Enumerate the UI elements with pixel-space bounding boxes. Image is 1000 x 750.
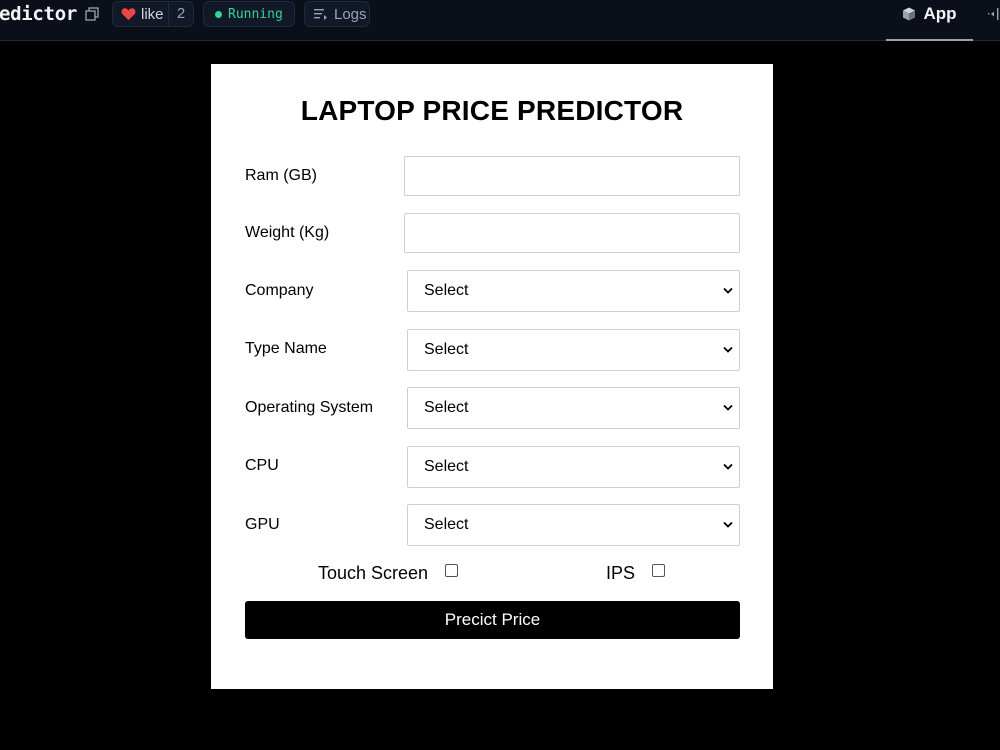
chevron-down-icon: [723, 287, 733, 294]
status-text: Running: [228, 6, 283, 22]
company-select-value: Select: [424, 282, 469, 299]
like-button[interactable]: like 2: [112, 1, 194, 27]
company-label: Company: [245, 282, 314, 299]
chevron-down-icon: [723, 404, 733, 411]
ram-label: Ram (GB): [245, 167, 317, 184]
operating-system-select-value: Select: [424, 399, 469, 416]
chevron-down-icon: [723, 346, 733, 353]
cpu-select-value: Select: [424, 458, 469, 475]
chevron-down-icon: [723, 521, 733, 528]
logs-button[interactable]: Logs: [304, 1, 370, 27]
predict-price-button[interactable]: Precict Price: [245, 601, 740, 639]
gpu-select[interactable]: Select: [407, 504, 740, 546]
status-dot-icon: [215, 10, 222, 18]
like-label: like: [141, 5, 164, 23]
cpu-label: CPU: [245, 457, 279, 474]
weight-input[interactable]: [404, 213, 740, 253]
tab-app-label: App: [923, 4, 957, 23]
type-name-label: Type Name: [245, 340, 327, 357]
ram-input[interactable]: [404, 156, 740, 196]
ips-checkbox[interactable]: [652, 564, 665, 577]
type-name-select[interactable]: Select: [407, 329, 740, 371]
predictor-form-card: LAPTOP PRICE PREDICTOR Ram (GB) Weight (…: [211, 64, 773, 689]
cube-icon: [903, 7, 916, 21]
touch-screen-label: Touch Screen: [318, 563, 429, 583]
gpu-label: GPU: [245, 516, 280, 533]
like-count: 2: [168, 2, 193, 26]
type-name-select-value: Select: [424, 341, 469, 358]
heart-icon: [121, 8, 136, 21]
logs-label: Logs: [334, 5, 367, 23]
tab-app[interactable]: App: [886, 0, 973, 41]
collapse-sidebar-icon[interactable]: [988, 8, 1000, 20]
operating-system-select[interactable]: Select: [407, 387, 740, 429]
touch-screen-checkbox[interactable]: [445, 564, 458, 577]
company-select[interactable]: Select: [407, 270, 740, 312]
chevron-down-icon: [723, 463, 733, 470]
page-title: LAPTOP PRICE PREDICTOR: [300, 95, 684, 126]
gpu-select-value: Select: [424, 516, 469, 533]
space-header-bar: edictor like 2 Running Logs App: [0, 0, 1000, 41]
operating-system-label: Operating System: [245, 399, 374, 416]
logs-icon: [314, 9, 327, 20]
status-badge[interactable]: Running: [203, 1, 295, 27]
space-title[interactable]: edictor: [0, 2, 77, 26]
ips-label: IPS: [606, 563, 636, 583]
weight-label: Weight (Kg): [245, 224, 330, 241]
cpu-select[interactable]: Select: [407, 446, 740, 488]
copy-icon[interactable]: [85, 7, 99, 21]
